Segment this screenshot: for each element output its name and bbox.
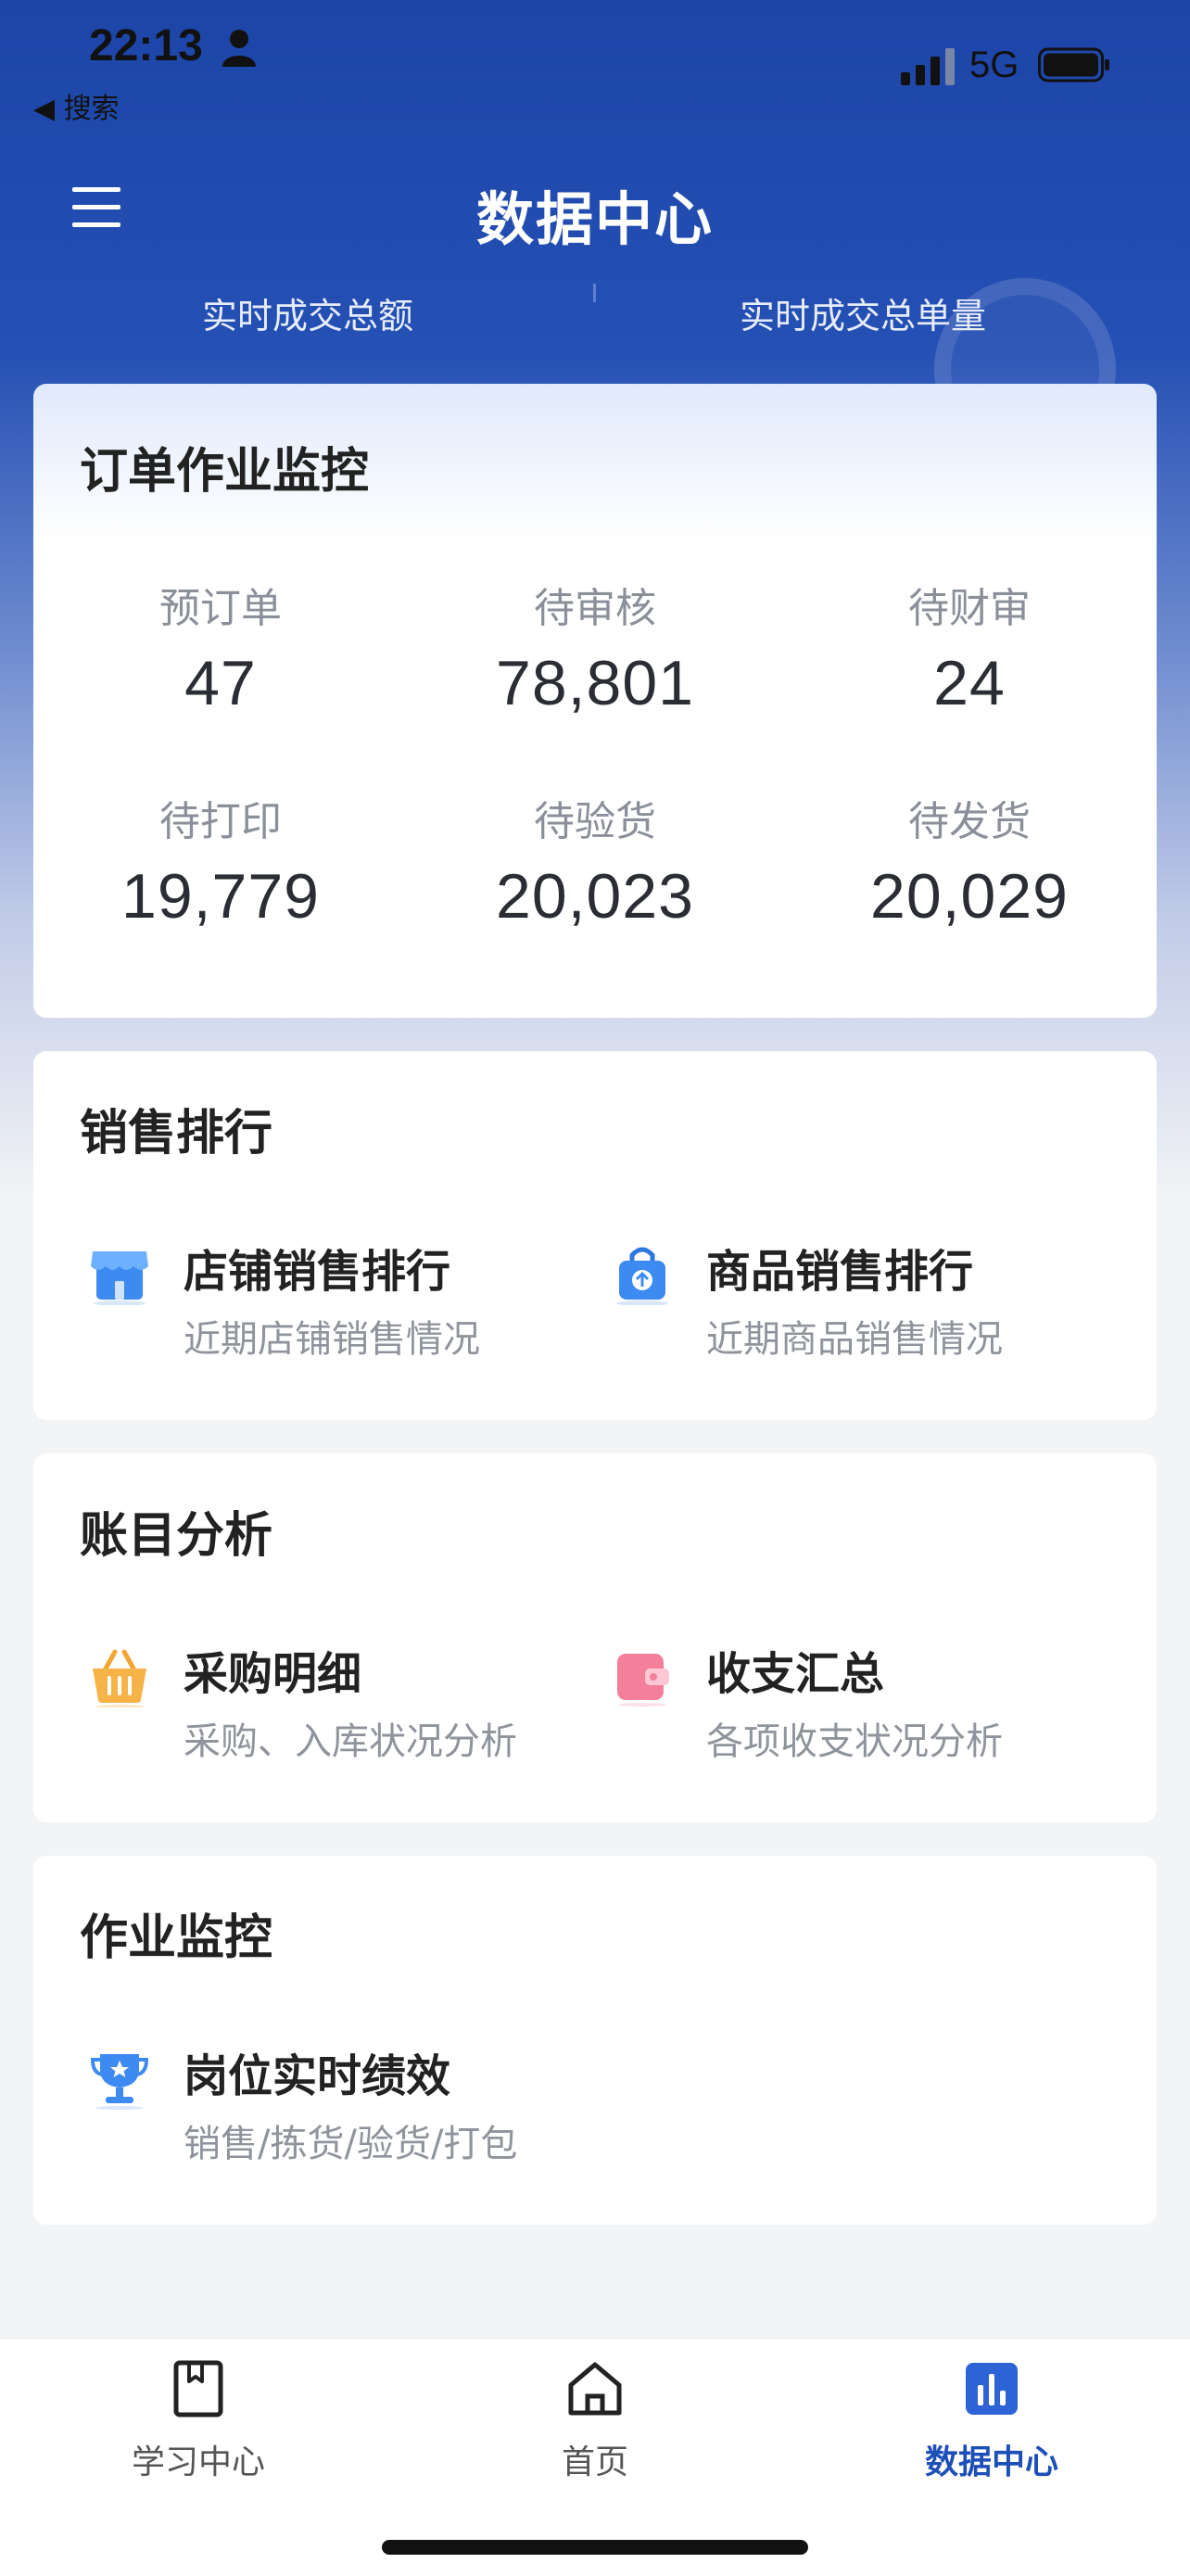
product-sales-rank-item[interactable]: 商品销售排行 近期商品销售情况 <box>610 1235 1092 1364</box>
battery-icon <box>1038 47 1109 82</box>
trophy-icon <box>90 2054 149 2110</box>
tab-realtime-total-orders[interactable]: 实时成交总单量 <box>740 287 986 338</box>
shop-sales-rank-item[interactable]: 店铺销售排行 近期店铺销售情况 <box>87 1235 569 1364</box>
nav-label: 数据中心 <box>924 2443 1058 2481</box>
home-indicator[interactable] <box>382 2540 808 2555</box>
item-subtitle: 采购、入库状况分析 <box>184 1720 517 1763</box>
metric-value: 24 <box>933 648 1006 718</box>
bar-chart-icon <box>966 2363 1018 2415</box>
status-time: 22:13 <box>89 21 203 70</box>
work-monitor-card: 作业监控 岗位实时绩效 销售/拣货/验货/打包 <box>33 1856 1157 2225</box>
item-subtitle: 各项收支状况分析 <box>706 1720 1003 1763</box>
order-monitor-card: 订单作业监控 预订单 47 待审核 78,801 待财审 24 待打印 19,7… <box>33 384 1157 1018</box>
sales-rank-title: 销售排行 <box>80 1106 273 1161</box>
work-monitor-title: 作业监控 <box>80 1910 273 1966</box>
metric-value: 47 <box>184 648 257 718</box>
order-monitor-title: 订单作业监控 <box>80 444 370 500</box>
nav-data-center[interactable]: 数据中心 <box>793 2339 1190 2506</box>
tab-divider <box>593 284 596 302</box>
home-icon <box>568 2362 622 2416</box>
nav-label: 首页 <box>561 2443 628 2481</box>
metric-label: 待审核 <box>534 585 656 632</box>
item-subtitle: 销售/拣货/验货/打包 <box>184 2123 518 2165</box>
nav-label: 学习中心 <box>131 2443 265 2481</box>
metric-value: 20,023 <box>496 861 694 932</box>
signal-icon <box>901 48 955 85</box>
item-title: 店铺销售排行 <box>184 1246 451 1298</box>
book-icon <box>173 2360 223 2417</box>
metric-preorder[interactable]: 预订单 47 <box>33 575 408 719</box>
network-type: 5G <box>969 44 1019 85</box>
metric-pending-review[interactable]: 待审核 78,801 <box>408 575 782 719</box>
shop-icon <box>91 1251 148 1305</box>
page-title: 数据中心 <box>475 185 714 253</box>
wallet-icon <box>617 1654 669 1707</box>
metric-label: 待发货 <box>908 798 1031 845</box>
purchase-detail-item[interactable]: 采购明细 采购、入库状况分析 <box>87 1637 569 1767</box>
metric-label: 待打印 <box>159 798 282 845</box>
nav-home[interactable]: 首页 <box>397 2339 793 2506</box>
item-title: 商品销售排行 <box>706 1246 974 1298</box>
metric-label: 待财审 <box>908 585 1031 632</box>
nav-learning-center[interactable]: 学习中心 <box>0 2339 397 2506</box>
metric-pending-shipment[interactable]: 待发货 20,029 <box>782 788 1157 933</box>
account-analysis-title: 账目分析 <box>80 1508 273 1564</box>
metric-pending-finance[interactable]: 待财审 24 <box>782 575 1157 719</box>
realtime-performance-item[interactable]: 岗位实时绩效 销售/拣货/验货/打包 <box>87 2039 569 2169</box>
metric-value: 19,779 <box>121 861 320 932</box>
item-title: 收支汇总 <box>706 1648 885 1700</box>
basket-icon <box>93 1649 146 1707</box>
account-analysis-card: 账目分析 采购明细 采购、入库状况分析 收支汇总 各项收支状况分析 <box>33 1453 1157 1822</box>
item-subtitle: 近期店铺销售情况 <box>184 1318 480 1361</box>
metric-value: 20,029 <box>870 861 1069 932</box>
metric-pending-print[interactable]: 待打印 19,779 <box>33 788 408 933</box>
sales-rank-card: 销售排行 店铺销售排行 近期店铺销售情况 商品销售排行 近期商品销售情况 <box>33 1051 1157 1420</box>
metric-value: 78,801 <box>496 648 694 718</box>
back-to-search-link[interactable]: ◀ 搜索 <box>33 85 120 126</box>
item-subtitle: 近期商品销售情况 <box>706 1318 1003 1361</box>
item-title: 岗位实时绩效 <box>184 2050 451 2102</box>
item-title: 采购明细 <box>184 1648 362 1700</box>
person-icon <box>222 30 256 67</box>
shopping-bag-icon <box>616 1247 668 1305</box>
metric-pending-inspection[interactable]: 待验货 20,023 <box>408 788 782 933</box>
tab-realtime-total-amount[interactable]: 实时成交总额 <box>202 287 413 338</box>
metric-label: 预订单 <box>159 585 282 632</box>
metric-label: 待验货 <box>534 798 656 845</box>
income-expense-summary-item[interactable]: 收支汇总 各项收支状况分析 <box>610 1637 1092 1767</box>
